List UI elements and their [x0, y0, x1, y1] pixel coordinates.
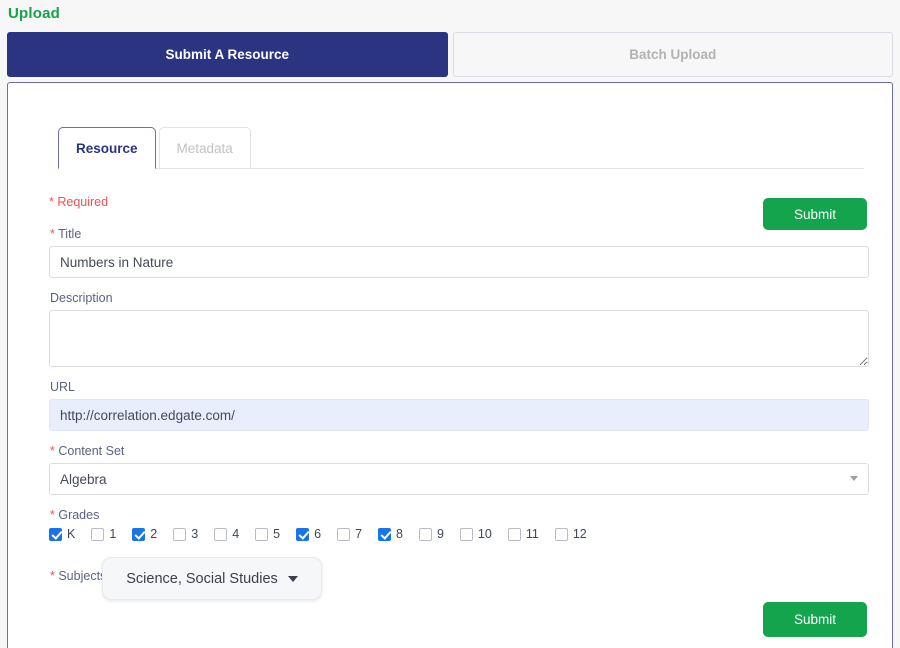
checkmark-icon[interactable]	[132, 527, 146, 541]
grade-checkbox-9[interactable]: 9	[418, 527, 444, 541]
title-label: * Title	[50, 227, 869, 241]
caret-down-icon	[287, 575, 298, 582]
checkbox-empty-icon[interactable]	[255, 527, 269, 541]
content-set-label: * Content Set	[50, 444, 869, 458]
checkmark-icon[interactable]	[296, 527, 310, 541]
grade-label: 3	[191, 527, 199, 541]
grade-checkbox-11[interactable]: 11	[507, 527, 539, 541]
checkbox-empty-icon[interactable]	[459, 527, 473, 541]
url-input[interactable]	[49, 399, 869, 431]
checkbox-empty-icon[interactable]	[91, 527, 105, 541]
grade-checkbox-5[interactable]: 5	[255, 527, 280, 541]
grade-label: K	[67, 527, 76, 541]
description-label: Description	[50, 291, 113, 305]
grade-checkbox-8[interactable]: 8	[378, 527, 403, 541]
required-note: * Required	[49, 195, 109, 209]
grade-label: 6	[314, 527, 322, 541]
page-title: Upload	[8, 5, 61, 22]
description-textarea[interactable]	[49, 310, 869, 367]
grade-label: 8	[396, 527, 403, 541]
grade-label: 1	[109, 527, 117, 541]
content-set-select[interactable]: Algebra	[49, 463, 869, 495]
tab-submit-a-resource-label: Submit A Resource	[165, 47, 290, 62]
grade-label: 7	[355, 527, 363, 541]
upload-panel: Resource Metadata Submit * Required * Ti…	[7, 82, 893, 648]
subjects-label-text: Subjects	[54, 569, 107, 583]
resource-form: * Required * Title Description URL * Con…	[49, 195, 869, 606]
tab-submit-a-resource[interactable]: Submit A Resource	[7, 32, 448, 77]
content-set-select-wrap: Algebra	[49, 463, 869, 495]
grade-label: 2	[150, 527, 158, 541]
subjects-dropdown-value: Science, Social Studies	[126, 570, 278, 587]
grade-checkbox-12[interactable]: 12	[554, 527, 587, 541]
inner-tab-metadata-label: Metadata	[176, 140, 233, 156]
grade-label: 11	[525, 527, 539, 541]
grade-checkbox-6[interactable]: 6	[296, 527, 321, 541]
grade-label: 5	[273, 527, 281, 541]
checkbox-empty-icon[interactable]	[554, 527, 568, 541]
checkbox-empty-icon[interactable]	[507, 527, 521, 541]
grades-checkbox-group: K 1 2 3 4 5 6 7 8 9 10 11 12	[49, 527, 869, 541]
grade-label: 10	[477, 527, 492, 541]
title-label-text: Title	[54, 227, 82, 241]
submit-button-bottom[interactable]: Submit	[763, 602, 867, 637]
inner-tab-bar: Resource Metadata	[58, 126, 864, 169]
grade-label: 12	[572, 527, 587, 541]
checkbox-empty-icon[interactable]	[214, 527, 228, 541]
grade-checkbox-3[interactable]: 3	[173, 527, 198, 541]
grades-label: * Grades	[50, 508, 869, 522]
inner-tab-resource-label: Resource	[76, 140, 138, 156]
grade-checkbox-2[interactable]: 2	[132, 527, 157, 541]
grade-label: 9	[436, 527, 444, 541]
grade-checkbox-1[interactable]: 1	[91, 527, 116, 541]
grade-checkbox-k[interactable]: K	[49, 527, 75, 541]
content-set-label-text: Content Set	[54, 444, 125, 458]
top-tab-bar: Submit A Resource Batch Upload	[7, 32, 893, 77]
grade-label: 4	[232, 527, 240, 541]
inner-tab-metadata[interactable]: Metadata	[158, 127, 251, 169]
upload-page: Upload Submit A Resource Batch Upload Re…	[0, 0, 900, 648]
url-label: URL	[50, 380, 76, 394]
checkmark-icon[interactable]	[378, 527, 392, 541]
checkbox-empty-icon[interactable]	[337, 527, 351, 541]
grade-checkbox-7[interactable]: 7	[337, 527, 362, 541]
tab-batch-upload-label: Batch Upload	[629, 47, 717, 62]
checkmark-icon[interactable]	[49, 527, 62, 541]
subjects-label: * Subjects	[50, 569, 106, 583]
grades-label-text: Grades	[54, 508, 100, 522]
grade-checkbox-10[interactable]: 10	[459, 527, 492, 541]
title-input[interactable]	[49, 246, 869, 278]
checkbox-empty-icon[interactable]	[173, 527, 187, 541]
checkbox-empty-icon[interactable]	[418, 527, 432, 541]
inner-tab-resource[interactable]: Resource	[58, 127, 156, 169]
tab-batch-upload[interactable]: Batch Upload	[452, 32, 893, 77]
grade-checkbox-4[interactable]: 4	[214, 527, 239, 541]
subjects-dropdown[interactable]: Science, Social Studies	[102, 557, 322, 600]
subjects-row: * Subjects Science, Social Studies	[49, 557, 869, 606]
